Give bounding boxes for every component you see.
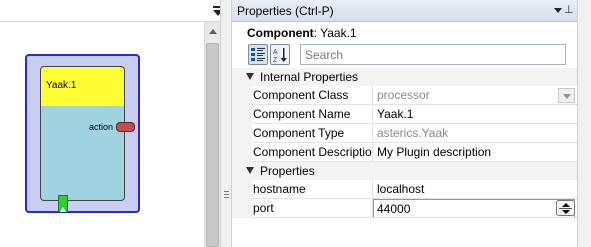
property-row[interactable]: port 44000 — [232, 199, 577, 218]
property-row[interactable]: Component Type asterics.Yaak — [232, 124, 577, 143]
port-input[interactable]: 44000 — [373, 199, 575, 217]
property-row[interactable]: Component Class processor — [232, 86, 577, 105]
property-name: Component Type — [252, 124, 373, 143]
component-body[interactable] — [40, 106, 125, 201]
selected-component: Component: Yaak.1 — [247, 26, 357, 40]
row-gutter — [232, 180, 252, 199]
panel-splitter[interactable] — [220, 0, 232, 247]
output-port[interactable] — [116, 122, 135, 132]
row-gutter — [232, 143, 252, 162]
property-value[interactable]: My Plugin description — [373, 143, 577, 162]
section-internal-properties[interactable]: Internal Properties — [232, 68, 577, 86]
svg-text:A: A — [273, 49, 278, 56]
port-label: action — [89, 122, 114, 132]
component-label: Yaak.1 — [46, 80, 77, 91]
property-row[interactable]: hostname localhost — [232, 180, 577, 199]
panel-title: Properties (Ctrl-P) — [237, 4, 334, 18]
properties-panel-header: Properties (Ctrl-P) ⊥ — [232, 0, 577, 22]
event-trigger-icon[interactable] — [58, 195, 68, 212]
property-value[interactable]: localhost — [373, 180, 577, 199]
row-gutter — [232, 105, 252, 124]
section-label: Properties — [260, 164, 315, 178]
property-row[interactable]: Component Description My Plugin descript… — [232, 143, 577, 162]
sort-az-icon: A Z — [273, 48, 287, 63]
spinner-icon[interactable] — [556, 200, 575, 216]
row-gutter — [232, 86, 252, 105]
search-input[interactable] — [300, 44, 566, 65]
section-properties[interactable]: Properties — [232, 162, 577, 180]
property-name: Component Class — [252, 86, 373, 105]
component-prefix: Component — [247, 26, 314, 40]
combo-arrow-icon[interactable] — [558, 88, 575, 103]
property-value[interactable]: asterics.Yaak — [373, 124, 577, 143]
component-name: : Yaak.1 — [313, 26, 357, 40]
property-value: 44000 — [377, 202, 411, 216]
properties-panel: Properties (Ctrl-P) ⊥ Component: Yaak.1 … — [232, 0, 577, 247]
right-edge-strip — [577, 0, 591, 247]
property-name: port — [252, 199, 373, 218]
collapse-icon[interactable] — [246, 167, 254, 174]
property-value-combo[interactable]: processor — [373, 86, 577, 105]
row-gutter — [232, 199, 252, 218]
designer-header — [0, 0, 230, 22]
scroll-up-icon[interactable] — [209, 29, 217, 34]
pin-icon[interactable]: ⊥ — [564, 4, 574, 16]
property-name: Component Description — [252, 143, 373, 162]
dropdown-icon[interactable] — [554, 8, 562, 13]
grip-icon — [224, 191, 229, 198]
component-header[interactable]: Yaak.1 — [40, 66, 125, 107]
vertical-scrollbar[interactable] — [204, 22, 220, 247]
property-name: Component Name — [252, 105, 373, 124]
scrollbar-thumb[interactable] — [206, 43, 219, 247]
property-value[interactable]: Yaak.1 — [373, 105, 577, 124]
property-row[interactable]: Component Name Yaak.1 — [232, 105, 577, 124]
property-value-spinner[interactable]: 44000 — [373, 199, 577, 218]
property-value: processor — [377, 88, 430, 102]
svg-text:Z: Z — [273, 57, 278, 63]
row-gutter — [232, 124, 252, 143]
section-label: Internal Properties — [260, 70, 359, 84]
collapse-icon[interactable] — [246, 73, 254, 80]
property-name: hostname — [252, 180, 373, 199]
sort-alphabetical-button[interactable]: A Z — [270, 44, 290, 65]
categorized-icon — [251, 48, 265, 61]
categorized-button[interactable] — [248, 44, 268, 65]
